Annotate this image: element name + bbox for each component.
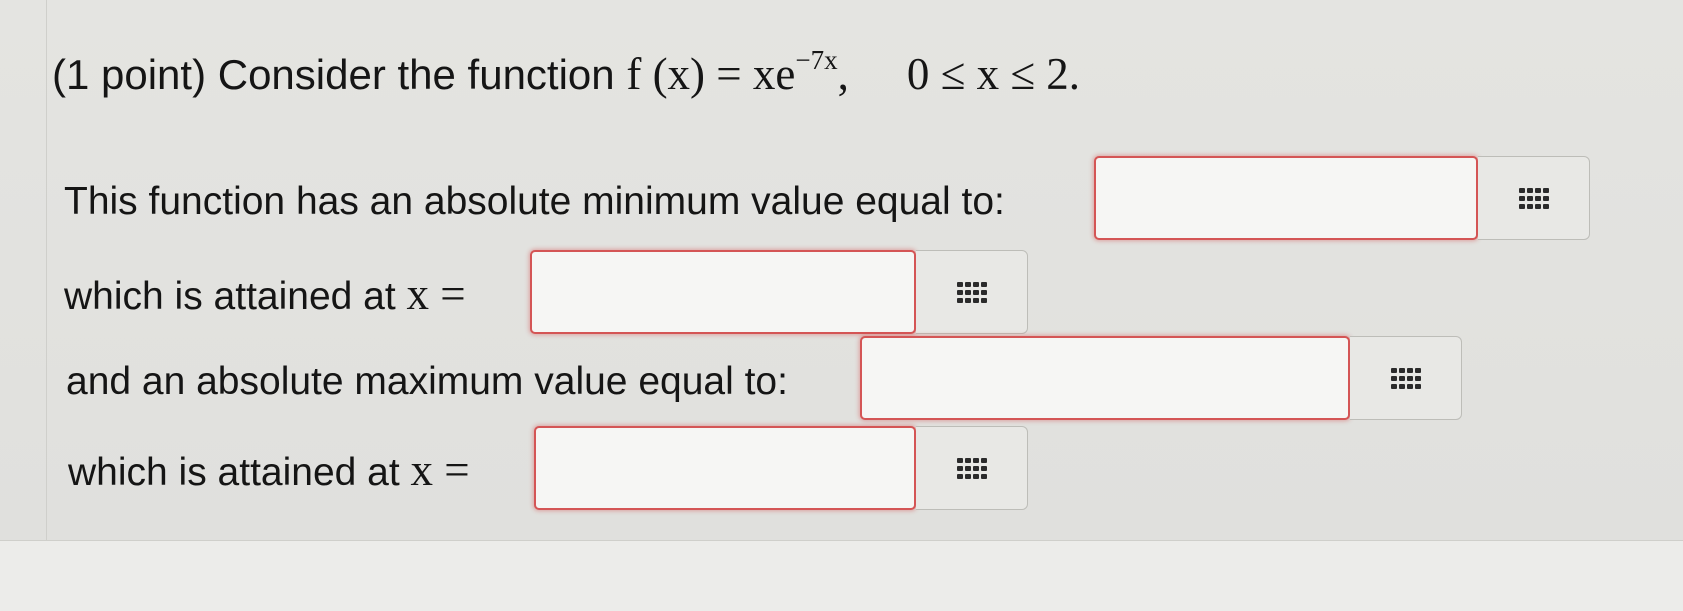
max-value-label-text: and an absolute maximum value equal to:: [66, 360, 788, 403]
min-location-answer-group: [530, 250, 1028, 334]
max-location-label-text: which is attained at: [68, 451, 400, 494]
max-location-x-equals: x =: [410, 445, 470, 495]
min-value-answer-group: [1094, 156, 1590, 240]
expression-comma: ,: [837, 49, 849, 99]
min-value-input[interactable]: [1094, 156, 1478, 240]
min-location-palette-button[interactable]: [916, 250, 1028, 334]
function-domain: 0 ≤ x ≤ 2.: [906, 49, 1081, 99]
grid-keypad-icon: [956, 281, 987, 303]
problem-statement: (1 point) Consider the function f (x) = …: [52, 45, 1081, 108]
min-location-label-text: which is attained at: [64, 275, 396, 318]
max-location-input[interactable]: [534, 426, 916, 510]
panel-border: [46, 0, 47, 540]
max-value-palette-button[interactable]: [1350, 336, 1462, 420]
function-exponent: −7x: [795, 45, 838, 75]
min-location-label: which is attained at x =: [64, 270, 466, 321]
grid-keypad-icon: [956, 457, 987, 479]
min-location-x-equals: x =: [406, 269, 466, 319]
max-value-answer-group: [860, 336, 1462, 420]
problem-prefix: (1 point) Consider the function: [52, 51, 615, 98]
grid-keypad-icon: [1518, 187, 1549, 209]
min-value-label: This function has an absolute minimum va…: [64, 178, 1005, 226]
grid-keypad-icon: [1390, 367, 1421, 389]
max-location-answer-group: [534, 426, 1028, 510]
max-value-label: and an absolute maximum value equal to:: [66, 358, 788, 406]
min-location-input[interactable]: [530, 250, 916, 334]
function-expression: f (x) = xe: [626, 49, 796, 99]
min-value-label-text: This function has an absolute minimum va…: [64, 180, 1005, 223]
max-value-input[interactable]: [860, 336, 1350, 420]
max-location-label: which is attained at x =: [68, 446, 470, 497]
min-value-palette-button[interactable]: [1478, 156, 1590, 240]
max-location-palette-button[interactable]: [916, 426, 1028, 510]
